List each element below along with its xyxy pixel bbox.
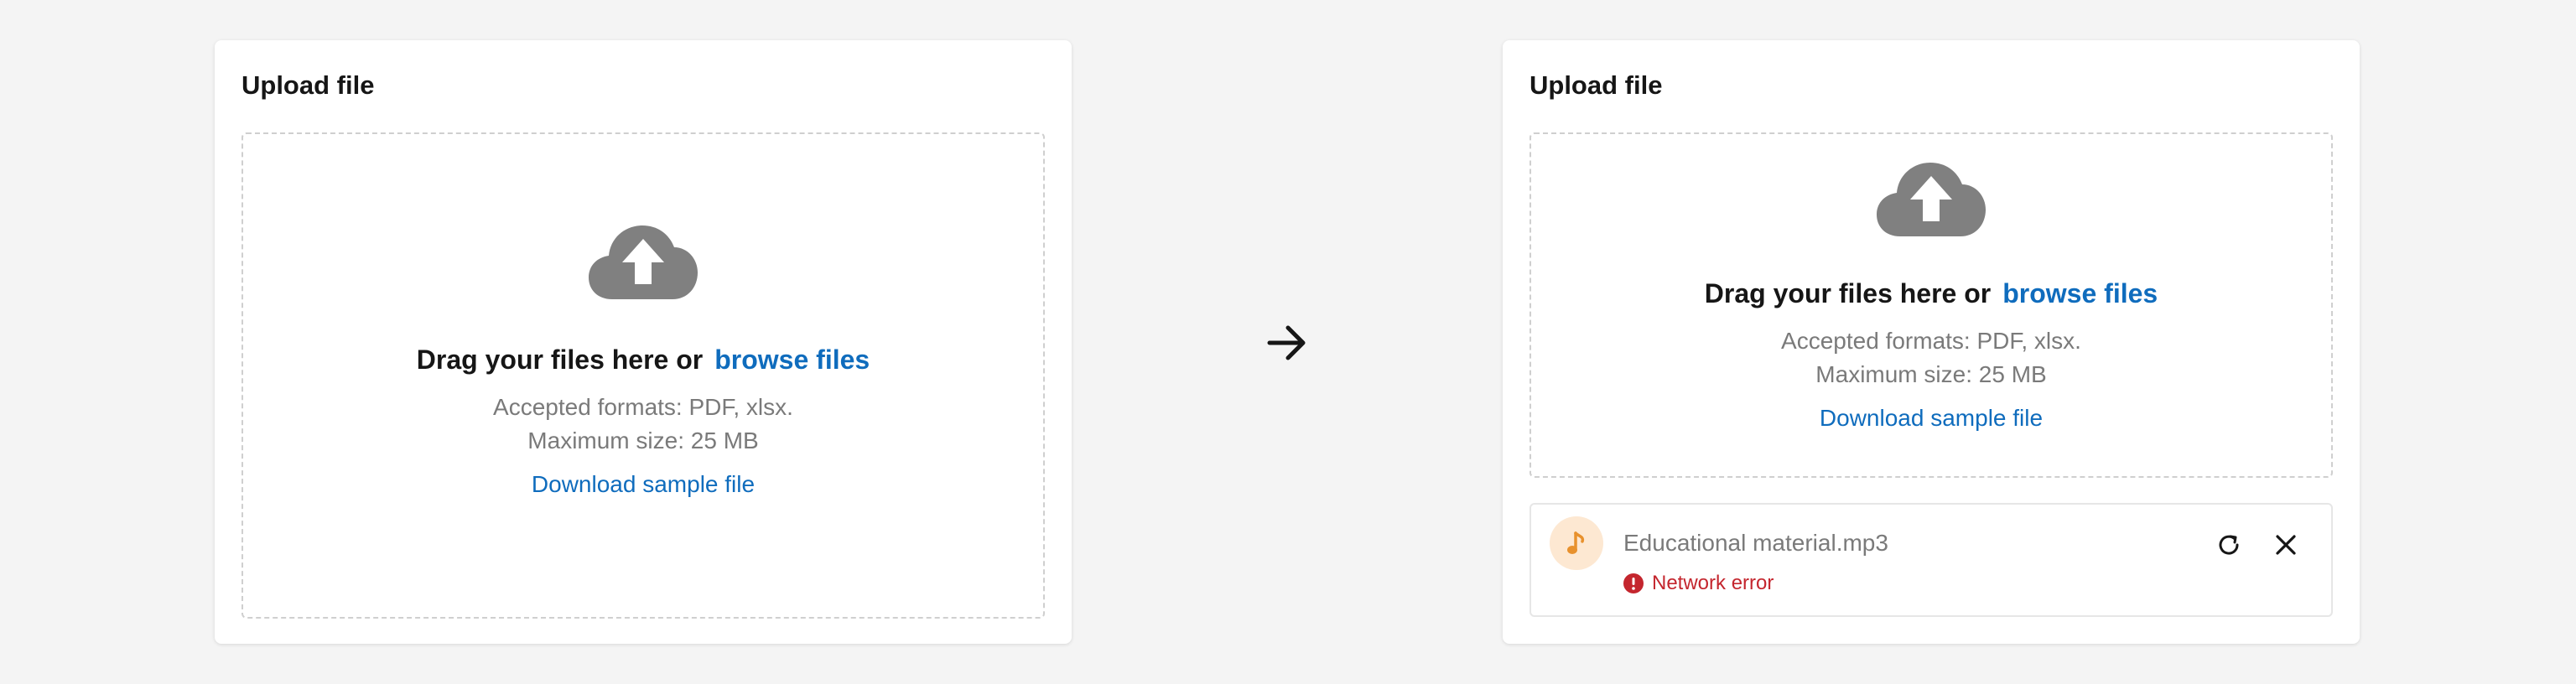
remove-file-button[interactable] [2267,526,2304,563]
file-status: Network error [1623,572,1774,595]
upload-card-initial: Upload file Drag your files here or brow… [215,40,1072,644]
cloud-upload-icon [589,225,698,299]
upload-card-error: Upload file Drag your files here or brow… [1503,40,2360,644]
card-title: Upload file [1530,70,1663,100]
drag-text: Drag your files here or [416,345,704,375]
file-dropzone[interactable]: Drag your files here or browse files Acc… [242,132,1045,619]
browse-files-link[interactable]: browse files [714,345,870,376]
drag-text: Drag your files here or [1704,278,1992,308]
download-sample-link[interactable]: Download sample file [532,471,755,498]
retry-button[interactable] [2210,526,2247,563]
close-icon [2276,535,2296,555]
max-size: Maximum size: 25 MB [527,428,759,453]
arrow-right-icon [1267,325,1306,360]
file-type-avatar [1550,516,1603,570]
accepted-formats: Accepted formats: PDF, xlsx. [1781,328,2081,354]
uploaded-file-item: Educational material.mp3 Network error [1530,503,2333,617]
drag-instructions: Drag your files here or browse files [1705,278,2158,309]
file-name: Educational material.mp3 [1623,530,1888,556]
browse-files-link[interactable]: browse files [2002,278,2158,309]
max-size: Maximum size: 25 MB [1815,361,2047,387]
accepted-formats: Accepted formats: PDF, xlsx. [493,394,793,420]
music-note-icon [1567,531,1585,554]
file-dropzone[interactable]: Drag your files here or browse files Acc… [1530,132,2333,478]
drag-instructions: Drag your files here or browse files [417,345,870,376]
cloud-upload-icon [1877,163,1986,236]
card-title: Upload file [242,70,375,100]
retry-icon [2219,535,2239,555]
error-text: Network error [1652,572,1774,594]
error-circle-icon [1623,573,1644,593]
download-sample-link[interactable]: Download sample file [1820,405,2043,432]
